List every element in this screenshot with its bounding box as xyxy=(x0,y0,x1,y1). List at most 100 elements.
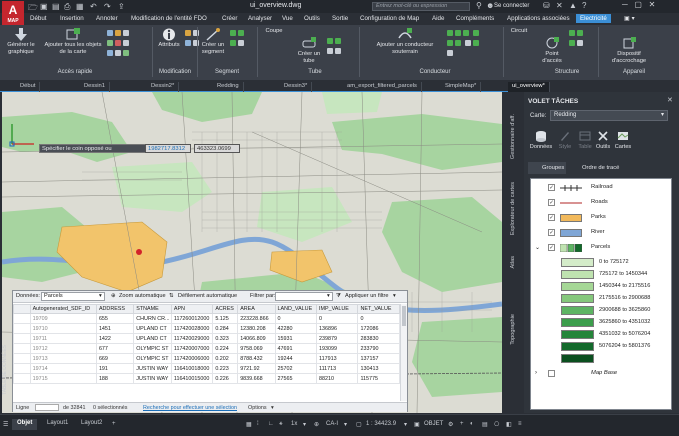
grid-icon[interactable]: ▦ xyxy=(246,421,252,428)
isolate-icon[interactable]: ◐ xyxy=(470,421,474,427)
snap-icon[interactable]: ⁞ xyxy=(257,421,259,427)
table-cell[interactable]: UPLAND CT xyxy=(133,323,172,334)
search-input[interactable]: Entrez mot-clé ou expression xyxy=(372,2,470,11)
table-cell[interactable]: 0.202 xyxy=(212,353,239,364)
table-cell[interactable]: 117420006000 xyxy=(170,353,214,364)
tab-am-export[interactable]: am_export_filtered_parcels xyxy=(343,82,422,92)
table-cell[interactable]: OLYMPIC ST xyxy=(133,343,172,354)
table-cell[interactable]: 655 xyxy=(95,313,135,324)
table-cell[interactable]: JUSTIN WAY xyxy=(133,373,172,384)
table-cell[interactable]: 0.226 xyxy=(212,373,239,384)
customize-icon[interactable]: ≡ xyxy=(518,421,522,427)
annotation-icon[interactable]: ⚹ xyxy=(279,421,283,428)
row-selector[interactable] xyxy=(13,313,31,324)
table-row[interactable]: 19709 655 CHURN CR... 117260012000 5.125 2232… xyxy=(13,313,400,324)
table-cell[interactable]: 9758.069 xyxy=(237,343,276,354)
table-cell[interactable]: 15931 xyxy=(274,333,317,344)
add-layout-button[interactable]: + xyxy=(112,421,116,427)
hookup-device-button[interactable]: Dispositif d'accrochage xyxy=(604,37,654,65)
column-header[interactable]: ACRES xyxy=(212,304,239,314)
layer-row-roads[interactable]: ✓ Roads xyxy=(531,196,671,210)
menu-icon[interactable]: ☰ xyxy=(3,421,8,428)
chevron-down-icon[interactable]: ▾ xyxy=(99,293,102,299)
tab-redding[interactable]: Redding xyxy=(213,82,244,92)
chevron-down-icon[interactable]: ▾ xyxy=(393,293,396,299)
scroll-auto-icon[interactable]: ⇅ xyxy=(169,293,174,299)
triangle-icon[interactable]: ▲ xyxy=(569,1,577,10)
table-cell[interactable]: 111713 xyxy=(315,363,359,374)
table-cell[interactable]: JUSTIN WAY xyxy=(133,363,172,374)
binoculars-icon[interactable]: ⚲ xyxy=(476,1,482,10)
tab-debut[interactable]: Début xyxy=(16,82,41,92)
layer-checkbox[interactable]: ✓ xyxy=(548,244,555,251)
properties-icon[interactable]: ⎔ xyxy=(494,421,499,428)
table-cell[interactable]: 117420007000 xyxy=(170,343,214,354)
chevron-down-icon[interactable]: ▾ xyxy=(344,421,347,428)
table-cell[interactable]: 0.284 xyxy=(212,323,239,334)
layer-select[interactable]: Parcels xyxy=(41,292,105,301)
menu-electricite[interactable]: Electricité xyxy=(576,14,611,23)
scale-icon[interactable]: ▢ xyxy=(356,421,362,428)
apply-filter-button[interactable]: Appliquer un filtre xyxy=(345,293,389,299)
menu-outils[interactable]: Outils xyxy=(304,15,320,22)
table-cell[interactable]: 14066.809 xyxy=(237,333,276,344)
column-header[interactable]: AREA xyxy=(237,304,276,314)
table-cell[interactable]: OLYMPIC ST xyxy=(133,353,172,364)
menu-annoter[interactable]: Annoter xyxy=(96,15,118,22)
column-header[interactable]: ADDRESS xyxy=(95,304,135,314)
table-cell[interactable]: 0 xyxy=(274,313,317,324)
column-header[interactable]: Autogenerated_SDF_ID xyxy=(29,304,97,314)
layer-row-railroad[interactable]: ✓ Railroad xyxy=(531,181,671,195)
workspace-icon[interactable]: ⚙ xyxy=(448,421,453,428)
column-header[interactable] xyxy=(13,304,31,314)
table-cell[interactable]: 88210 xyxy=(315,373,359,384)
table-cell[interactable]: 27565 xyxy=(274,373,317,384)
table-cell[interactable]: 0 xyxy=(357,313,400,324)
table-cell[interactable]: 0.224 xyxy=(212,343,239,354)
table-cell[interactable]: 9721.92 xyxy=(237,363,276,374)
chevron-down-icon[interactable]: ▾ xyxy=(271,405,274,411)
column-header[interactable]: LAND_VALUE xyxy=(274,304,317,314)
table-cell[interactable]: 25702 xyxy=(274,363,317,374)
column-header[interactable]: NET_VALUE xyxy=(357,304,400,314)
table-cell[interactable]: 239879 xyxy=(315,333,359,344)
table-cell[interactable]: 1451 xyxy=(95,323,135,334)
table-cell[interactable]: 136896 xyxy=(315,323,359,334)
layer-row-river[interactable]: ✓ River xyxy=(531,226,671,240)
table-cell[interactable]: 0 xyxy=(315,313,359,324)
funnel-icon[interactable]: ⧩ xyxy=(336,293,341,300)
circuit-button[interactable]: Circuit xyxy=(506,28,532,35)
table-row[interactable]: 19710 1451 UPLAND CT 117420028000 0.284 12380… xyxy=(13,323,400,334)
table-cell[interactable]: 19711 xyxy=(29,333,97,344)
menu-creer[interactable]: Créer xyxy=(222,15,237,22)
menu-applications[interactable]: Applications associées xyxy=(507,15,570,22)
row-number-input[interactable] xyxy=(35,404,59,411)
table-cell[interactable]: 117913 xyxy=(315,353,359,364)
coupe-button[interactable]: Coupe xyxy=(262,28,286,35)
row-selector[interactable] xyxy=(13,343,31,354)
hardware-icon[interactable]: ▤ xyxy=(482,421,488,428)
annotation-scale[interactable]: 1x xyxy=(291,421,297,427)
window-controls[interactable]: ─ ▢ ✕ xyxy=(622,0,655,9)
table-cell[interactable]: 193099 xyxy=(315,343,359,354)
table-cell[interactable]: 47691 xyxy=(274,343,317,354)
column-header[interactable]: APN xyxy=(170,304,214,314)
table-cell[interactable]: 19244 xyxy=(274,353,317,364)
table-row[interactable]: 19714 191 JUSTIN WAY 116410018000 0.223 9721.… xyxy=(13,363,400,374)
coordinate-y-input[interactable]: 463323.0699 xyxy=(194,144,240,153)
tube-small-icons[interactable] xyxy=(326,37,348,57)
plot-icon[interactable]: ▦ xyxy=(76,2,84,11)
tab-layout1[interactable]: Layout1 xyxy=(42,419,73,430)
coordinate-system[interactable]: CA-I xyxy=(326,421,338,427)
menu-insertion[interactable]: Insertion xyxy=(60,15,84,22)
menu-complements[interactable]: Compléments xyxy=(456,15,494,22)
side-tab-data-table[interactable]: TABLE DE DONNÉES xyxy=(2,345,8,395)
table-cell[interactable]: 172086 xyxy=(357,323,400,334)
layer-row-map-base[interactable]: › Map Base xyxy=(531,367,671,381)
add-underground-conductor-button[interactable]: Ajouter un conducteur souterrain xyxy=(368,28,442,56)
tab-groupes[interactable]: Groupes xyxy=(528,162,566,174)
redo-icon[interactable]: ↷ xyxy=(104,2,111,11)
ortho-icon[interactable]: ∟ xyxy=(268,421,274,427)
generate-graph-button[interactable]: Générer le graphique xyxy=(4,28,38,56)
table-cell[interactable]: 19712 xyxy=(29,343,97,354)
